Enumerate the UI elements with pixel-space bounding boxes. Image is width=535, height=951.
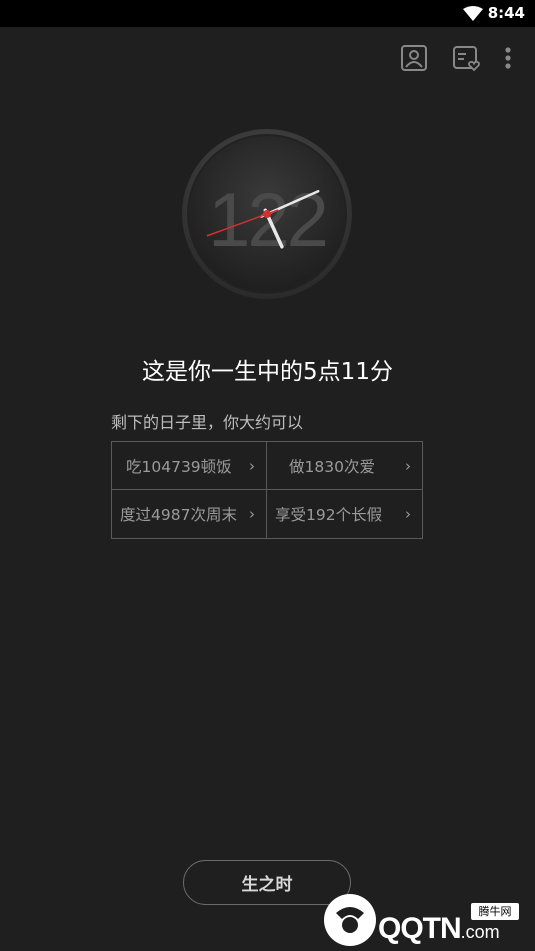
stat-label: 享受192个长假 xyxy=(275,506,383,524)
page-title: 这是你一生中的5点11分 xyxy=(142,359,393,385)
stat-label: 吃104739顿饭 xyxy=(126,457,232,476)
profile-icon[interactable] xyxy=(399,43,429,73)
clock-center-pin xyxy=(263,210,271,218)
chevron-right-icon: › xyxy=(249,456,255,475)
more-vert-icon[interactable] xyxy=(500,43,516,73)
chevron-right-icon: › xyxy=(405,456,411,475)
clock-face: 122 xyxy=(182,129,352,299)
stat-label: 做1830次爱 xyxy=(289,457,375,476)
subtitle: 剩下的日子里，你大约可以 xyxy=(111,413,304,432)
chevron-right-icon: › xyxy=(249,505,255,523)
stat-label: 度过4987次周末 xyxy=(120,506,237,524)
stat-meals[interactable]: 吃104739顿饭 › xyxy=(112,442,267,490)
life-stats-grid: 吃104739顿饭 › 做1830次爱 › 度过4987次周末 › 享受192个… xyxy=(111,441,423,539)
stat-love[interactable]: 做1830次爱 › xyxy=(267,442,422,490)
watermark-badge: 腾牛网 xyxy=(471,903,519,920)
stat-holidays[interactable]: 享受192个长假 › xyxy=(267,490,422,538)
status-time: 8:44 xyxy=(487,4,525,22)
wifi-icon xyxy=(463,6,483,21)
card-heart-icon[interactable] xyxy=(452,43,482,73)
stat-weekends[interactable]: 度过4987次周末 › xyxy=(112,490,267,538)
clock-background-number: 122 xyxy=(208,178,326,263)
chevron-right-icon: › xyxy=(405,505,411,523)
status-bar: 8:44 xyxy=(0,0,535,27)
